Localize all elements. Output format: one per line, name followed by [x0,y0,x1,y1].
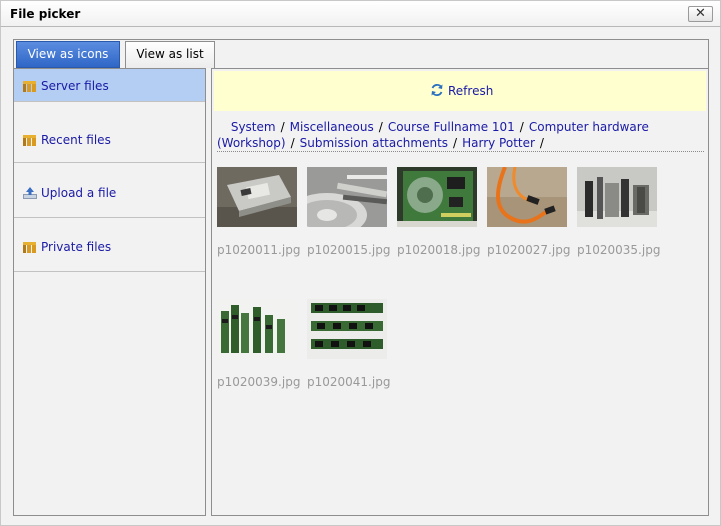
repo-label-server-files: Server files [41,79,109,93]
dialog-title: File picker [10,7,81,21]
repository-list: Server files Recent files Upload a file … [13,68,206,516]
file-tile[interactable]: p1020041.jpg [307,299,391,399]
refresh-toolbar: Refresh [214,71,706,111]
file-name: p1020041.jpg [307,375,391,389]
file-thumbnail [217,299,297,359]
recent-files-icon [23,135,36,146]
breadcrumb-separator: / [519,120,524,134]
file-tile[interactable]: p1020027.jpg [487,167,571,267]
upload-file-icon [23,187,37,199]
file-picker-body: View as icons View as list Server files … [0,27,721,526]
refresh-icon [431,84,443,96]
repo-item-server-files[interactable]: Server files [14,69,205,102]
file-thumbnail [307,299,387,359]
breadcrumb-link-submission-attachments[interactable]: Submission attachments [300,136,448,150]
file-thumbnail [397,167,477,227]
file-name: p1020035.jpg [577,243,661,257]
breadcrumb-link-course[interactable]: Course Fullname 101 [388,120,515,134]
tab-view-as-list[interactable]: View as list [125,41,215,68]
file-tile[interactable]: p1020035.jpg [577,167,661,267]
view-tabs: View as icons View as list [13,39,709,68]
file-tile[interactable]: p1020039.jpg [217,299,301,399]
file-tile[interactable]: p1020018.jpg [397,167,481,267]
file-thumbnail [577,167,657,227]
breadcrumb-separator: / [453,136,458,150]
file-thumbnail [487,167,567,227]
tab-view-as-icons[interactable]: View as icons [16,41,120,68]
breadcrumb: System / Miscellaneous / Course Fullname 101… [217,119,705,151]
breadcrumb-link-miscellaneous[interactable]: Miscellaneous [290,120,374,134]
file-browser-pane: Refresh System / Miscellaneous / Course Full… [211,68,709,516]
file-name: p1020018.jpg [397,243,481,257]
private-files-icon [23,242,36,253]
file-tile[interactable]: p1020011.jpg [217,167,301,267]
file-name: p1020027.jpg [487,243,571,257]
breadcrumb-link-harry-potter[interactable]: Harry Potter [462,136,535,150]
file-name: p1020015.jpg [307,243,391,257]
file-tile[interactable]: p1020015.jpg [307,167,391,267]
dialog-titlebar: File picker ✕ [0,0,721,27]
file-thumbnail [217,167,297,227]
breadcrumb-link-system[interactable]: System [231,120,276,134]
breadcrumb-separator: / [539,136,544,150]
breadcrumb-separator: / [378,120,383,134]
repo-item-upload-file[interactable]: Upload a file [14,164,205,218]
repo-item-recent-files[interactable]: Recent files [14,109,205,163]
repo-label-private-files: Private files [41,240,112,254]
repo-label-upload-file: Upload a file [41,186,117,200]
refresh-button[interactable]: Refresh [430,83,493,98]
breadcrumb-divider [217,151,704,152]
server-files-icon [23,81,36,92]
breadcrumb-separator: / [280,120,285,134]
file-name: p1020011.jpg [217,243,301,257]
file-name: p1020039.jpg [217,375,301,389]
close-button[interactable]: ✕ [688,6,713,22]
breadcrumb-separator: / [290,136,295,150]
repo-label-recent-files: Recent files [41,133,111,147]
repo-item-private-files[interactable]: Private files [14,218,205,272]
refresh-label: Refresh [448,84,494,98]
file-thumbnail [307,167,387,227]
